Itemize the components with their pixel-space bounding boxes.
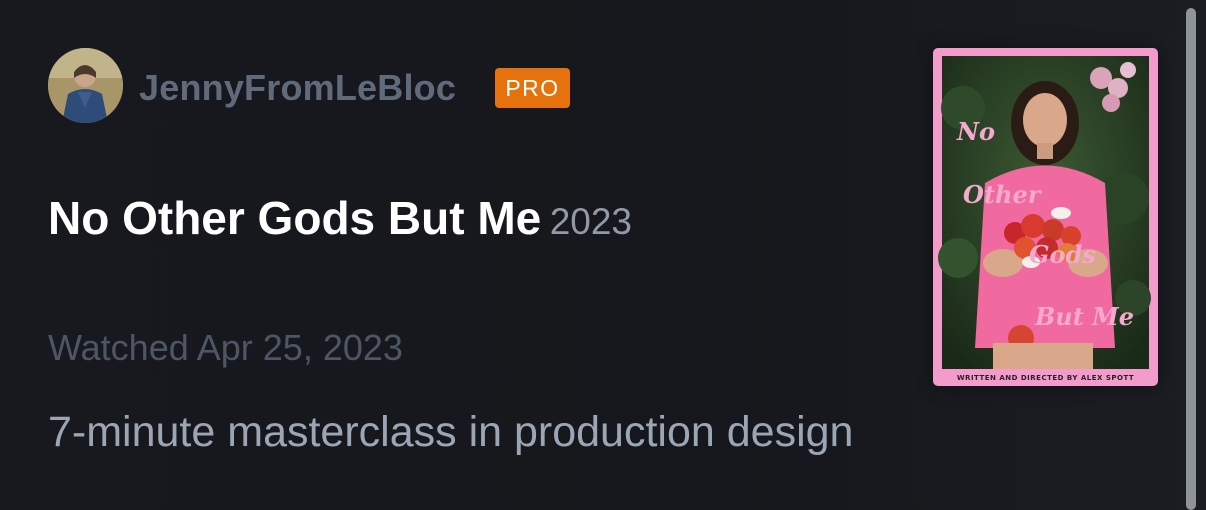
user-avatar[interactable] — [48, 48, 123, 123]
poster-artwork: No Other Gods But Me WRITTEN AND DIRECTE… — [933, 48, 1158, 386]
diary-entry-screen: JennyFromLeBloc PRO No Other Gods But Me… — [0, 0, 1206, 510]
film-title[interactable]: No Other Gods But Me — [48, 192, 541, 244]
poster-title-no: No — [956, 117, 995, 146]
poster-credit: WRITTEN AND DIRECTED BY ALEX SPOTT — [957, 374, 1134, 382]
poster-title-other: Other — [963, 180, 1043, 209]
watched-date: Watched Apr 25, 2023 — [48, 327, 403, 368]
username[interactable]: JennyFromLeBloc — [139, 68, 456, 108]
poster-title-butme: But Me — [1034, 302, 1134, 331]
film-heading[interactable]: No Other Gods But Me 2023 — [48, 190, 632, 258]
film-year[interactable]: 2023 — [550, 201, 632, 242]
pro-badge: PRO — [495, 68, 570, 108]
avatar-image — [48, 48, 123, 123]
scrollbar[interactable] — [1186, 8, 1196, 510]
review-text: 7-minute masterclass in production desig… — [48, 408, 854, 456]
poster-title-gods: Gods — [1029, 240, 1096, 269]
film-poster[interactable]: No Other Gods But Me WRITTEN AND DIRECTE… — [933, 48, 1158, 386]
